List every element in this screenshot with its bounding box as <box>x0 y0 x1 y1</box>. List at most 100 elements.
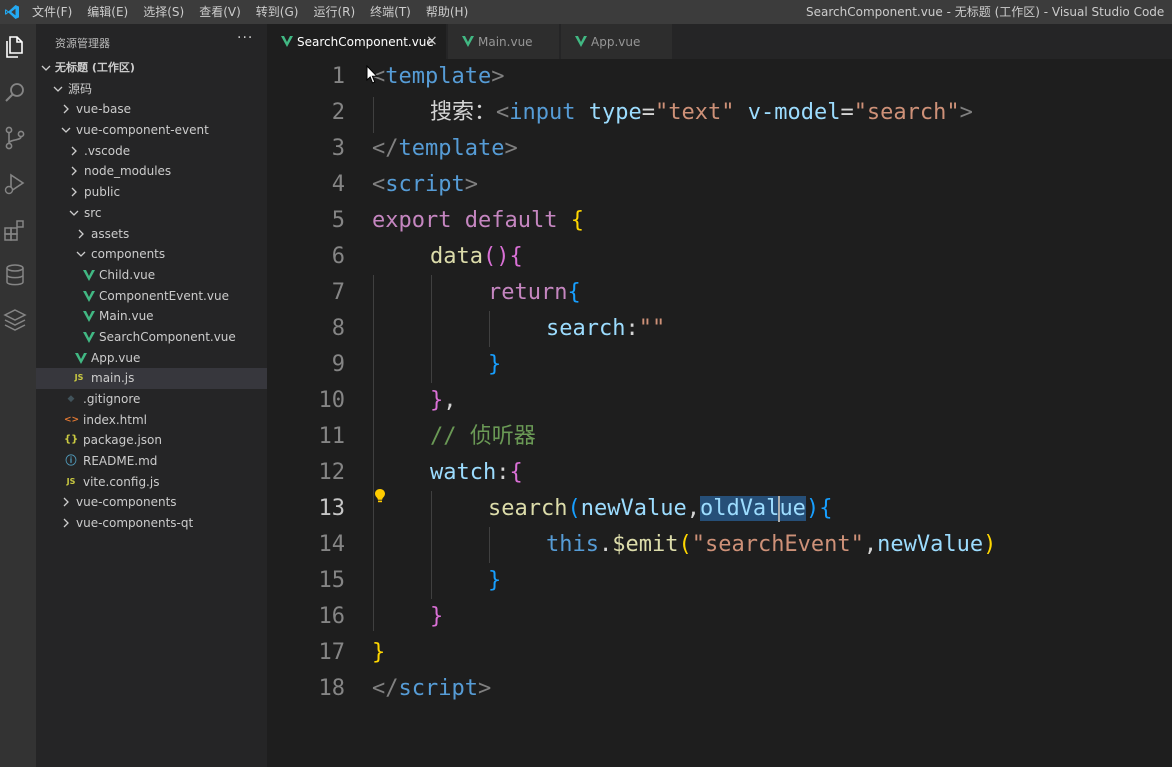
tree-file[interactable]: {} package.json <box>36 430 267 451</box>
chevron-right-icon <box>63 104 69 114</box>
code-text: </template> <box>372 136 518 161</box>
vue-file-icon <box>83 269 95 281</box>
tree-folder[interactable]: public <box>36 182 267 203</box>
code-text: } <box>488 352 502 377</box>
code-line: 5 export default { <box>267 203 1172 239</box>
tree-file[interactable]: <> index.html <box>36 410 267 431</box>
code-line: 3 </template> <box>267 131 1172 167</box>
tree-file[interactable]: JS vite.config.js <box>36 472 267 493</box>
tree-item-label: ComponentEvent.vue <box>99 288 229 303</box>
menu-selection[interactable]: 选择(S) <box>143 0 192 24</box>
code-line: 2 搜索：<input type="text" v-model="search"… <box>267 95 1172 131</box>
tree-file[interactable]: ComponentEvent.vue <box>36 286 267 307</box>
title-bar: 文件(F) 编辑(E) 选择(S) 查看(V) 转到(G) 运行(R) 终端(T… <box>0 0 1172 24</box>
code-line-current: 13 search(newValue,oldValue){ <box>267 491 1172 527</box>
tree-file[interactable]: SearchComponent.vue <box>36 327 267 348</box>
tree-file[interactable]: Child.vue <box>36 265 267 286</box>
tab-searchcomponent[interactable]: SearchComponent.vue × <box>267 24 447 59</box>
code-text: } <box>372 640 386 665</box>
menu-terminal[interactable]: 终端(T) <box>370 0 419 24</box>
database-icon[interactable] <box>2 262 28 288</box>
code-line: 17 } <box>267 635 1172 671</box>
menu-view[interactable]: 查看(V) <box>199 0 249 24</box>
explorer-icon[interactable] <box>2 34 28 60</box>
code-text: </script> <box>372 676 492 701</box>
tree-folder[interactable]: src <box>36 203 267 224</box>
tree-item-label: vue-components <box>76 495 177 510</box>
vue-file-icon <box>462 36 474 47</box>
tree-folder[interactable]: vue-components-qt <box>36 513 267 534</box>
code-line: 7 return{ <box>267 275 1172 311</box>
menu-edit[interactable]: 编辑(E) <box>87 0 136 24</box>
menu-file[interactable]: 文件(F) <box>32 0 80 24</box>
line-number: 6 <box>331 244 345 269</box>
tree-file[interactable]: ◆ .gitignore <box>36 389 267 410</box>
code-line: 8 search:"" <box>267 311 1172 347</box>
chevron-right-icon <box>63 497 69 507</box>
search-icon[interactable] <box>2 80 28 106</box>
vscode-logo-icon <box>5 5 19 19</box>
more-actions-icon[interactable]: ··· <box>237 30 253 46</box>
tree-item-label: package.json <box>83 433 163 448</box>
js-file-icon: JS <box>74 373 84 383</box>
code-editor[interactable]: 1 <template> 2 搜索：<input type="text" v-m… <box>267 59 1172 767</box>
code-text: return{ <box>488 280 581 305</box>
close-icon[interactable]: × <box>426 33 438 49</box>
tree-file[interactable]: App.vue <box>36 348 267 369</box>
chevron-down-icon <box>53 86 63 92</box>
menu-go[interactable]: 转到(G) <box>256 0 307 24</box>
tree-item-label: public <box>84 185 121 200</box>
tree-file[interactable]: ⓘ README.md <box>36 451 267 472</box>
workspace-label: 无标题 (工作区) <box>55 61 135 74</box>
tab-app[interactable]: App.vue <box>561 24 673 59</box>
line-number: 7 <box>331 280 345 305</box>
chevron-down-icon <box>41 65 51 71</box>
tab-main[interactable]: Main.vue <box>448 24 560 59</box>
tree-folder[interactable]: vue-components <box>36 492 267 513</box>
layers-icon[interactable] <box>2 307 28 333</box>
code-line: 12 watch:{ <box>267 455 1172 491</box>
editor-tabs: SearchComponent.vue × Main.vue App.vue <box>267 24 1172 59</box>
vue-file-icon <box>83 331 95 343</box>
mouse-pointer-icon <box>366 65 378 84</box>
workspace-root[interactable]: 无标题 (工作区) <box>36 58 267 79</box>
code-text: search:"" <box>546 316 666 341</box>
line-number: 14 <box>318 532 346 557</box>
source-control-icon[interactable] <box>2 125 28 151</box>
menu-help[interactable]: 帮助(H) <box>426 0 476 24</box>
menu-run[interactable]: 运行(R) <box>313 0 363 24</box>
code-text: <script> <box>372 172 478 197</box>
tree-folder[interactable]: .vscode <box>36 141 267 162</box>
tree-file[interactable]: Main.vue <box>36 306 267 327</box>
tree-folder[interactable]: components <box>36 244 267 265</box>
line-number: 12 <box>318 460 346 485</box>
code-line: 1 <template> <box>267 59 1172 95</box>
vue-file-icon <box>83 311 95 323</box>
activity-bar <box>0 24 36 767</box>
tree-item-label: src <box>84 205 102 220</box>
explorer-header: 资源管理器 ··· <box>36 24 267 59</box>
vue-file-icon <box>75 352 87 364</box>
extensions-icon[interactable] <box>2 217 28 243</box>
explorer-title: 资源管理器 <box>55 37 110 50</box>
chevron-right-icon <box>71 187 77 197</box>
tree-item-label: SearchComponent.vue <box>99 329 236 344</box>
run-debug-icon[interactable] <box>2 171 28 197</box>
tree-folder[interactable]: vue-component-event <box>36 120 267 141</box>
lightbulb-icon[interactable] <box>374 488 386 504</box>
chevron-right-icon <box>71 146 77 156</box>
code-line: 9 } <box>267 347 1172 383</box>
code-line: 14 this.$emit("searchEvent",newValue) <box>267 527 1172 563</box>
tree-item-label: Main.vue <box>99 309 154 324</box>
code-line: 11 // 侦听器 <box>267 419 1172 455</box>
tree-folder[interactable]: 源码 <box>36 79 267 100</box>
code-text: 搜索：<input type="text" v-model="search"> <box>430 100 973 125</box>
line-number: 10 <box>318 388 346 413</box>
tree-folder[interactable]: assets <box>36 224 267 245</box>
tree-folder[interactable]: vue-base <box>36 99 267 120</box>
tree-folder[interactable]: node_modules <box>36 161 267 182</box>
tree-file-selected[interactable]: JS main.js <box>36 368 267 389</box>
tab-label: SearchComponent.vue <box>297 35 434 49</box>
code-text: } <box>488 568 502 593</box>
json-file-icon: {} <box>64 434 79 446</box>
